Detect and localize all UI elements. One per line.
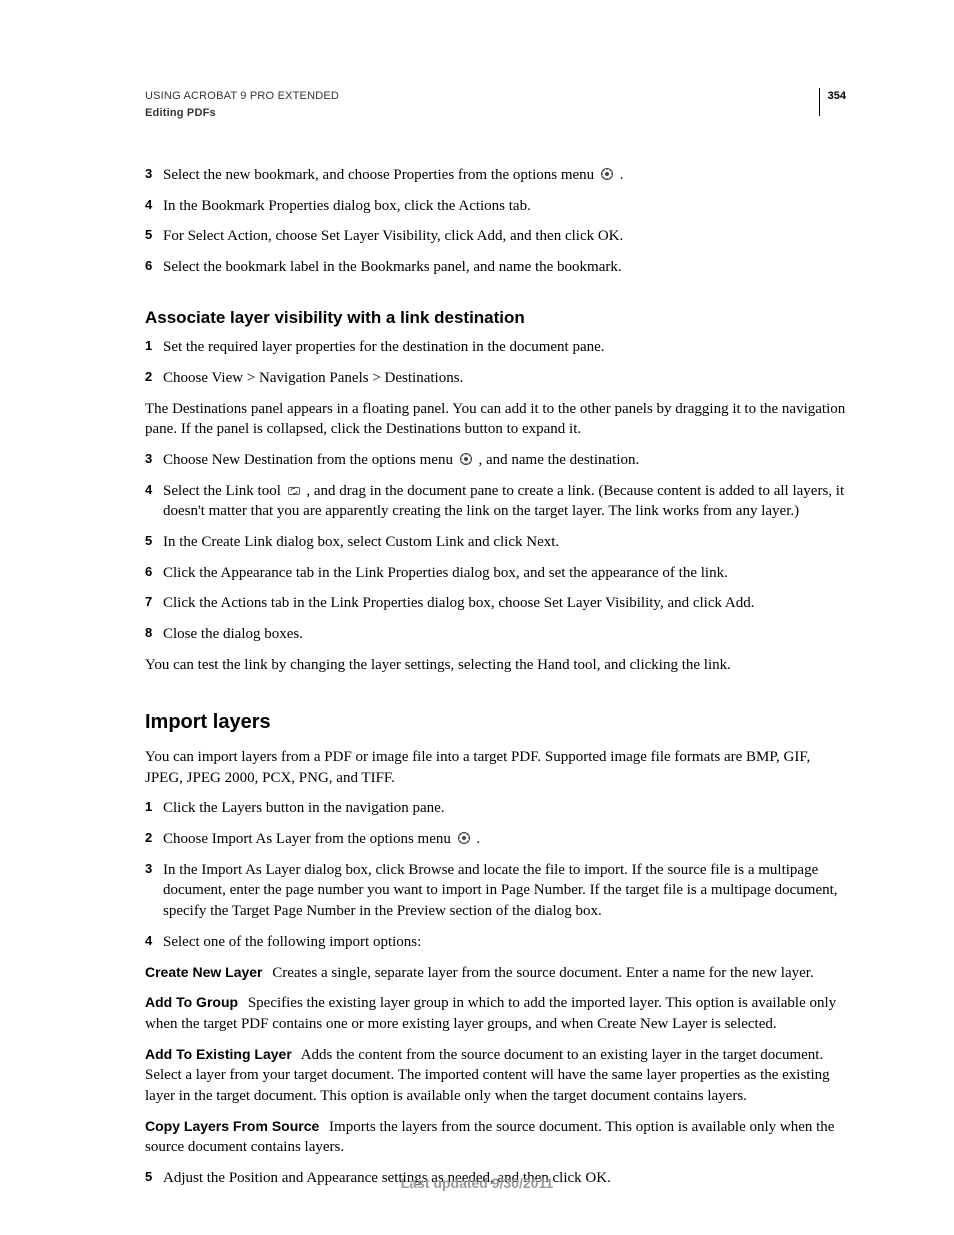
- step-item: For Select Action, choose Set Layer Visi…: [145, 226, 846, 247]
- step-item: Choose Import As Layer from the options …: [145, 829, 846, 850]
- step-item: Select one of the following import optio…: [145, 932, 846, 953]
- step-item: Select the Link tool , and drag in the d…: [145, 481, 846, 522]
- doc-title: USING ACROBAT 9 PRO EXTENDED: [145, 88, 339, 105]
- step-item: Set the required layer properties for th…: [145, 337, 846, 358]
- step-text: Click the Appearance tab in the Link Pro…: [163, 565, 728, 581]
- step-text: Select the Link tool: [163, 483, 285, 499]
- step-item: Select the bookmark label in the Bookmar…: [145, 257, 846, 278]
- step-item: Choose View > Navigation Panels > Destin…: [145, 368, 846, 389]
- definition-paragraph: Copy Layers From Source Imports the laye…: [145, 1117, 846, 1158]
- step-text: Choose Import As Layer from the options …: [163, 831, 455, 847]
- step-item: Click the Appearance tab in the Link Pro…: [145, 563, 846, 584]
- step-text: Select the bookmark label in the Bookmar…: [163, 259, 622, 275]
- step-text: Set the required layer properties for th…: [163, 339, 605, 355]
- definition-paragraph: Add To Existing Layer Adds the content f…: [145, 1045, 846, 1107]
- step-item: Choose New Destination from the options …: [145, 450, 846, 471]
- step-item: In the Import As Layer dialog box, click…: [145, 860, 846, 922]
- step-text-after: .: [476, 831, 480, 847]
- step-text: Click the Actions tab in the Link Proper…: [163, 595, 755, 611]
- step-text: Click the Layers button in the navigatio…: [163, 800, 445, 816]
- page-footer: Last updated 9/30/2011: [0, 1175, 954, 1191]
- heading-import-layers: Import layers: [145, 709, 846, 737]
- page-content: Select the new bookmark, and choose Prop…: [145, 165, 846, 1189]
- step-text: In the Import As Layer dialog box, click…: [163, 862, 838, 919]
- page-body: USING ACROBAT 9 PRO EXTENDED Editing PDF…: [0, 0, 954, 1189]
- definition-text: Specifies the existing layer group in wh…: [145, 995, 836, 1032]
- step-text: For Select Action, choose Set Layer Visi…: [163, 228, 623, 244]
- step-item: In the Create Link dialog box, select Cu…: [145, 532, 846, 553]
- step-text: Select the new bookmark, and choose Prop…: [163, 167, 598, 183]
- term-add-to-existing-layer: Add To Existing Layer: [145, 1046, 298, 1062]
- paragraph: You can import layers from a PDF or imag…: [145, 747, 846, 788]
- header-breadcrumb: USING ACROBAT 9 PRO EXTENDED Editing PDF…: [145, 88, 339, 121]
- page-header: USING ACROBAT 9 PRO EXTENDED Editing PDF…: [145, 88, 846, 121]
- definition-paragraph: Create New Layer Creates a single, separ…: [145, 963, 846, 984]
- step-text: Choose New Destination from the options …: [163, 452, 457, 468]
- step-text: Choose View > Navigation Panels > Destin…: [163, 370, 463, 386]
- options-menu-icon: [457, 831, 471, 845]
- options-menu-icon: [459, 452, 473, 466]
- steps-list: Choose New Destination from the options …: [145, 450, 846, 645]
- paragraph: You can test the link by changing the la…: [145, 655, 846, 676]
- term-create-new-layer: Create New Layer: [145, 964, 269, 980]
- page-number: 354: [819, 88, 846, 116]
- term-add-to-group: Add To Group: [145, 994, 244, 1010]
- steps-list: Click the Layers button in the navigatio…: [145, 798, 846, 952]
- subheading-associate-layer: Associate layer visibility with a link d…: [145, 306, 846, 329]
- step-text: Close the dialog boxes.: [163, 626, 303, 642]
- definition-paragraph: Add To Group Specifies the existing laye…: [145, 993, 846, 1034]
- step-item: Click the Actions tab in the Link Proper…: [145, 593, 846, 614]
- step-item: Select the new bookmark, and choose Prop…: [145, 165, 846, 186]
- term-copy-layers-from-source: Copy Layers From Source: [145, 1118, 325, 1134]
- options-menu-icon: [600, 167, 614, 181]
- link-tool-icon: [287, 483, 301, 497]
- definition-text: Creates a single, separate layer from th…: [272, 965, 813, 981]
- steps-list: Select the new bookmark, and choose Prop…: [145, 165, 846, 278]
- step-item: In the Bookmark Properties dialog box, c…: [145, 196, 846, 217]
- step-item: Click the Layers button in the navigatio…: [145, 798, 846, 819]
- steps-list: Set the required layer properties for th…: [145, 337, 846, 388]
- step-item: Close the dialog boxes.: [145, 624, 846, 645]
- step-text: In the Create Link dialog box, select Cu…: [163, 534, 559, 550]
- step-text: In the Bookmark Properties dialog box, c…: [163, 198, 531, 214]
- chapter-title: Editing PDFs: [145, 105, 339, 122]
- step-text-after: , and name the destination.: [478, 452, 639, 468]
- step-text-after: .: [620, 167, 624, 183]
- paragraph: The Destinations panel appears in a floa…: [145, 399, 846, 440]
- step-text: Select one of the following import optio…: [163, 934, 421, 950]
